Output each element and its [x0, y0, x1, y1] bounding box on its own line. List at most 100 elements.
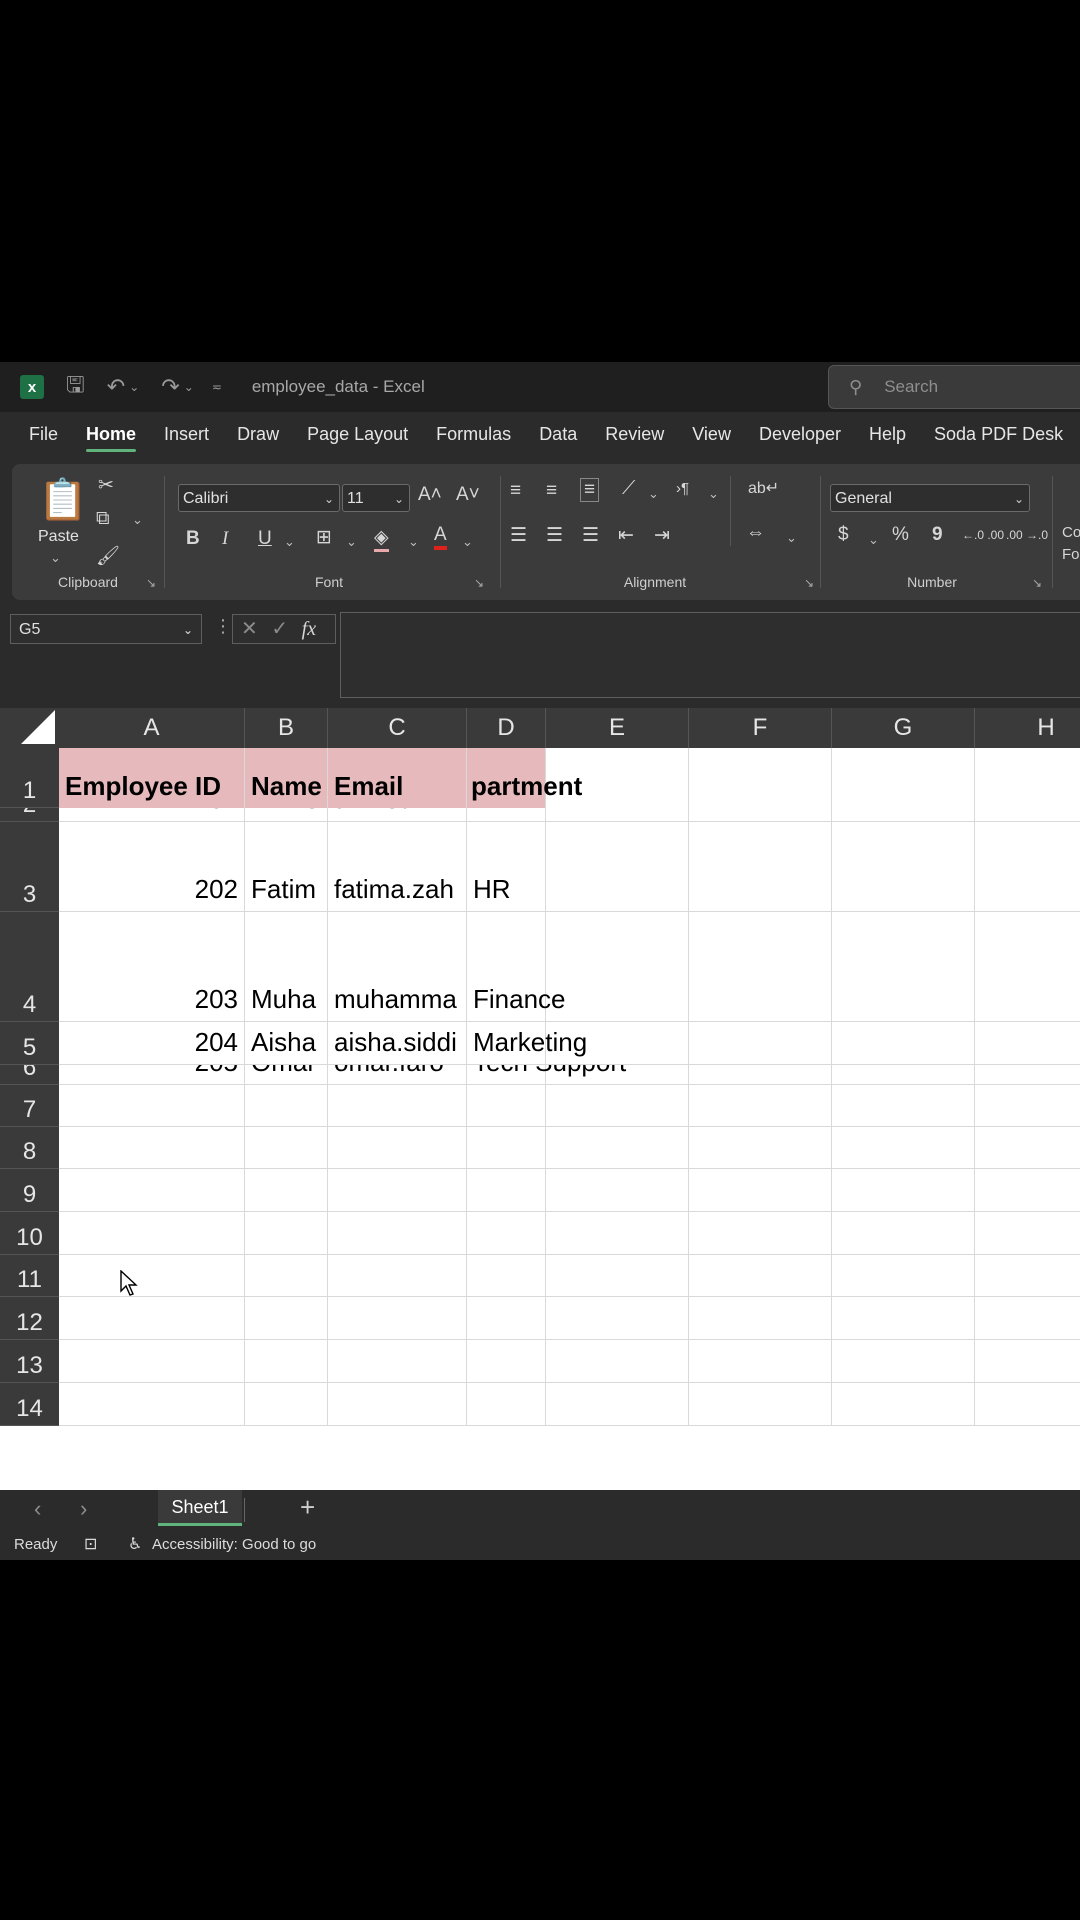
- underline-dropdown-icon[interactable]: ⌄: [284, 534, 295, 550]
- cell-h5[interactable]: [975, 1022, 1080, 1064]
- cell-h9[interactable]: [975, 1169, 1080, 1211]
- increase-indent-icon[interactable]: ⇥: [654, 524, 670, 547]
- column-header-d[interactable]: D: [467, 708, 546, 748]
- cell-e7[interactable]: [546, 1085, 689, 1126]
- align-bottom-icon[interactable]: ≡: [580, 478, 600, 502]
- cell-c12[interactable]: [328, 1297, 467, 1339]
- cell-b7[interactable]: [245, 1085, 328, 1126]
- cell-a12[interactable]: [59, 1297, 245, 1339]
- row-header-11[interactable]: 11: [0, 1255, 59, 1297]
- tab-data[interactable]: Data: [525, 412, 591, 456]
- formula-input[interactable]: [340, 612, 1080, 698]
- column-header-h[interactable]: H: [975, 708, 1080, 748]
- cell-g7[interactable]: [832, 1085, 975, 1126]
- cell-a4[interactable]: 203: [59, 912, 245, 1021]
- tab-insert[interactable]: Insert: [150, 412, 223, 456]
- cell-b10[interactable]: [245, 1212, 328, 1254]
- cell-h13[interactable]: [975, 1340, 1080, 1382]
- format-painter-icon[interactable]: 🖌: [96, 544, 120, 568]
- cell-d5[interactable]: Marketing: [467, 1022, 587, 1064]
- paste-button[interactable]: Paste: [38, 528, 79, 546]
- cell-d3[interactable]: HR: [467, 822, 546, 911]
- wrap-text-icon[interactable]: ab↵: [748, 478, 779, 498]
- cell-h8[interactable]: [975, 1127, 1080, 1168]
- cell-c14[interactable]: [328, 1383, 467, 1425]
- cell-b12[interactable]: [245, 1297, 328, 1339]
- cell-h12[interactable]: [975, 1297, 1080, 1339]
- search-box[interactable]: ⚲ Search: [828, 365, 1080, 409]
- undo-icon[interactable]: ↶: [107, 374, 125, 400]
- cell-b8[interactable]: [245, 1127, 328, 1168]
- cell-c13[interactable]: [328, 1340, 467, 1382]
- cell-f4[interactable]: [689, 912, 832, 1021]
- cell-g4[interactable]: [832, 912, 975, 1021]
- cell-d14[interactable]: [467, 1383, 546, 1425]
- font-family-select[interactable]: Calibri ⌄: [178, 484, 340, 512]
- cell-h7[interactable]: [975, 1085, 1080, 1126]
- cell-f10[interactable]: [689, 1212, 832, 1254]
- row-header-5[interactable]: 5: [0, 1022, 59, 1065]
- cell-d8[interactable]: [467, 1127, 546, 1168]
- cell-a8[interactable]: [59, 1127, 245, 1168]
- cell-f8[interactable]: [689, 1127, 832, 1168]
- cell-f3[interactable]: [689, 822, 832, 911]
- cell-f5[interactable]: [689, 1022, 832, 1064]
- cancel-icon[interactable]: ✕: [241, 618, 258, 640]
- cell-e11[interactable]: [546, 1255, 689, 1296]
- cell-b1[interactable]: Name: [245, 748, 328, 808]
- cell-d12[interactable]: [467, 1297, 546, 1339]
- merge-center-icon[interactable]: ⇔: [746, 522, 765, 544]
- cell-b6[interactable]: Omar: [245, 1065, 328, 1084]
- cell-d7[interactable]: [467, 1085, 546, 1126]
- row-header-12[interactable]: 12: [0, 1297, 59, 1340]
- fill-color-dropdown-icon[interactable]: ⌄: [408, 534, 419, 550]
- orientation-icon[interactable]: ⟋: [622, 478, 635, 500]
- paste-icon[interactable]: 📋: [38, 476, 88, 523]
- decrease-decimal-button[interactable]: .00 →.0: [1006, 528, 1048, 542]
- cell-h14[interactable]: [975, 1383, 1080, 1425]
- cell-c2[interactable]: ahmed.kh: [328, 808, 467, 821]
- cell-e3[interactable]: [546, 822, 689, 911]
- cell-e4[interactable]: [546, 912, 689, 1021]
- cell-g12[interactable]: [832, 1297, 975, 1339]
- currency-button[interactable]: $: [838, 524, 849, 546]
- cell-a11[interactable]: [59, 1255, 245, 1296]
- cell-d4[interactable]: Finance: [467, 912, 566, 1021]
- cell-f12[interactable]: [689, 1297, 832, 1339]
- save-icon[interactable]: 🖫: [66, 368, 85, 406]
- cell-h11[interactable]: [975, 1255, 1080, 1296]
- tab-file[interactable]: File: [0, 412, 72, 456]
- cell-g10[interactable]: [832, 1212, 975, 1254]
- align-middle-icon[interactable]: ≡: [546, 480, 557, 502]
- font-color-icon[interactable]: A: [434, 524, 447, 550]
- tab-formulas[interactable]: Formulas: [422, 412, 525, 456]
- row-header-8[interactable]: 8: [0, 1127, 59, 1169]
- fill-color-icon[interactable]: ◈: [374, 526, 389, 552]
- tab-help[interactable]: Help: [855, 412, 920, 456]
- tab-developer[interactable]: Developer: [745, 412, 855, 456]
- number-launcher-icon[interactable]: ↘: [1032, 576, 1042, 590]
- cell-g3[interactable]: [832, 822, 975, 911]
- more-options-icon[interactable]: ⋮: [214, 616, 232, 637]
- enter-icon[interactable]: ✓: [271, 618, 288, 640]
- cell-d9[interactable]: [467, 1169, 546, 1211]
- cell-e12[interactable]: [546, 1297, 689, 1339]
- cell-h1[interactable]: [975, 748, 1080, 808]
- row-header-9[interactable]: 9: [0, 1169, 59, 1212]
- italic-button[interactable]: I: [222, 528, 228, 550]
- copy-dropdown-icon[interactable]: ⌄: [132, 512, 143, 528]
- row-header-14[interactable]: 14: [0, 1383, 59, 1426]
- row-header-13[interactable]: 13: [0, 1340, 59, 1383]
- name-box[interactable]: G5 ⌄: [10, 614, 202, 644]
- accessibility-status[interactable]: Accessibility: Good to go: [152, 1530, 316, 1560]
- cell-c6[interactable]: omar.faro: [328, 1065, 467, 1084]
- cell-a7[interactable]: [59, 1085, 245, 1126]
- insert-function-icon[interactable]: fx: [302, 618, 316, 640]
- cell-a6[interactable]: 205: [59, 1065, 245, 1084]
- macro-recording-icon[interactable]: ⊡: [84, 1530, 97, 1560]
- row-header-4[interactable]: 4: [0, 912, 59, 1022]
- cell-h3[interactable]: [975, 822, 1080, 911]
- increase-decimal-button[interactable]: ←.0 .00: [962, 528, 1004, 542]
- increase-font-icon[interactable]: A˄: [418, 484, 442, 506]
- cell-d11[interactable]: [467, 1255, 546, 1296]
